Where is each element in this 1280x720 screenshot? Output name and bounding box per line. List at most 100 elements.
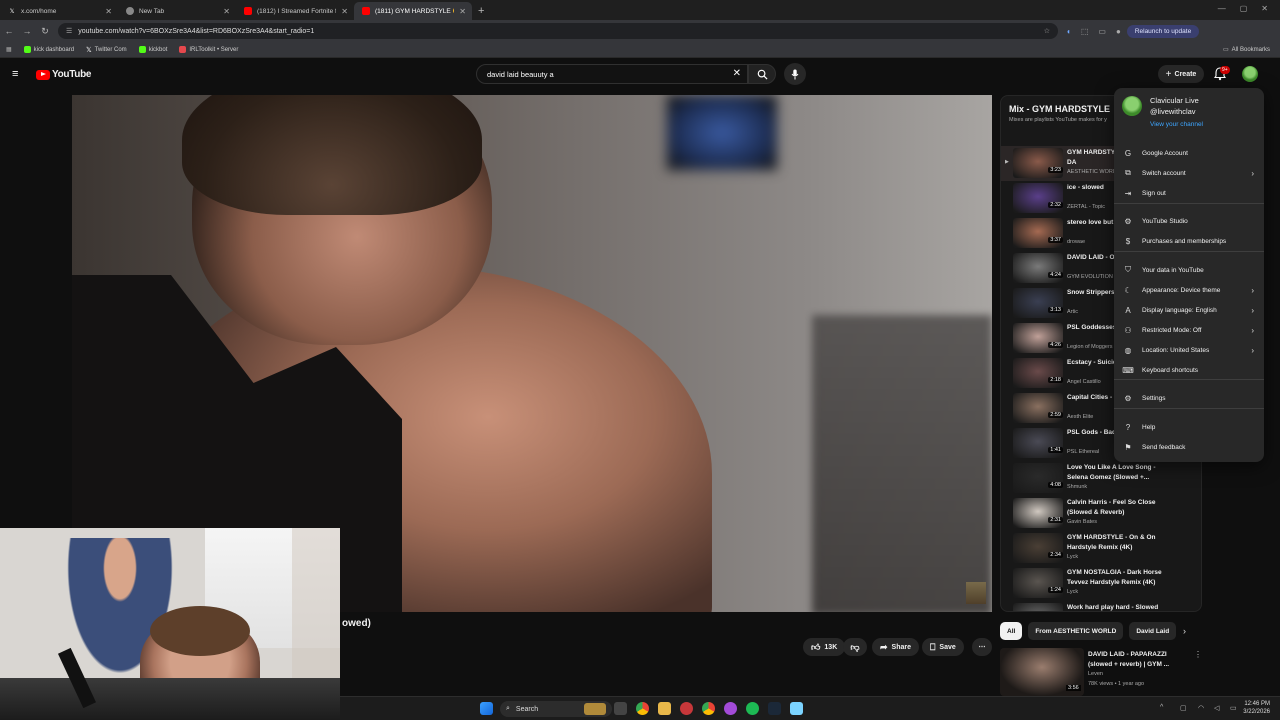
playlist-thumbnail[interactable] [1013,148,1063,178]
voice-search-button[interactable] [784,63,806,85]
view-channel-link[interactable]: View your channel [1150,121,1203,128]
sidebar-icon[interactable]: ▭ [1098,27,1106,36]
menu-item-switch-account[interactable]: ⧉ Switch account › [1114,163,1264,183]
menu-item-restricted-mode[interactable]: ⚇ Restricted Mode: Off › [1114,320,1264,340]
create-button[interactable]: + Create [1158,65,1204,83]
menu-item-send-feedback[interactable]: ⚑ Send feedback [1114,437,1264,457]
menu-item-settings[interactable]: ⚙ Settings [1114,388,1264,408]
search-button[interactable] [748,64,776,84]
bookmark-item[interactable]: IRLToolkit • Server [179,46,238,53]
account-avatar-button[interactable] [1242,66,1258,82]
menu-item-appearance[interactable]: ☾ Appearance: Device theme › [1114,280,1264,300]
more-actions-button[interactable]: ⋯ [972,638,992,656]
chip-david-laid[interactable]: David Laid [1129,622,1177,640]
app-icon[interactable] [680,702,693,715]
wifi-icon[interactable]: ◠ [1198,704,1204,712]
playlist-thumbnail[interactable] [1013,533,1063,563]
playlist-item[interactable]: 2:31 Calvin Harris - Feel So Close (Slowe… [1001,496,1201,531]
browser-tab[interactable]: New Tab ✕ [118,2,236,20]
volume-icon[interactable]: ◁ [1214,704,1219,712]
playlist-thumbnail[interactable] [1013,253,1063,283]
browser-tab[interactable]: (1812) I Streamed Fortnite for ✕ [236,2,354,20]
chip-from-channel[interactable]: From AESTHETIC WORLD [1028,622,1124,640]
playlist-thumbnail[interactable] [1013,323,1063,353]
playlist-item[interactable]: 4:08 Love You Like A Love Song - Selena G… [1001,461,1201,496]
hamburger-menu-icon[interactable]: ≡ [12,68,18,80]
close-window-icon[interactable]: ✕ [1261,4,1268,13]
bookmark-star-icon[interactable]: ☆ [1044,27,1050,35]
spotify-icon[interactable] [746,702,759,715]
new-tab-icon[interactable]: + [478,2,484,20]
taskbar-clock[interactable]: 12:46 PM 3/22/2026 [1243,700,1270,716]
back-icon[interactable]: ← [0,26,18,36]
battery-icon[interactable]: ▭ [1230,704,1237,712]
windows-start-icon[interactable] [480,702,493,715]
search-input[interactable]: david laid beauuty a ✕ [476,64,748,84]
minimize-icon[interactable]: — [1218,4,1226,13]
menu-item-location[interactable]: ◍ Location: United States › [1114,340,1264,360]
menu-item-youtube-studio[interactable]: ⚙ YouTube Studio [1114,211,1264,231]
more-vert-icon[interactable]: ⋮ [1194,650,1202,659]
steam-icon[interactable] [768,702,781,715]
like-button[interactable]: 👍︎ 13K [803,638,846,656]
video-title[interactable]: DAVID LAID - PAPARAZZI (slowed + reverb)… [1088,650,1184,669]
extensions-puzzle-icon[interactable]: ⬚ [1081,27,1089,36]
menu-item-your-data-in-youtube[interactable]: ⛉ Your data in YouTube [1114,260,1264,280]
menu-item-google-account[interactable]: G Google Account [1114,143,1264,163]
browser-tab-active[interactable]: (1811) GYM HARDSTYLE 😮 ✕ [354,2,472,20]
dislike-button[interactable]: 👎︎ [843,638,867,656]
clear-search-icon[interactable]: ✕ [733,68,741,79]
playlist-thumbnail[interactable] [1013,393,1063,423]
recommended-video[interactable]: 3:56 DAVID LAID - PAPARAZZI (slowed + re… [1000,648,1210,696]
youtube-logo[interactable]: YouTube [36,69,92,80]
chevron-right-icon[interactable]: › [1183,626,1186,636]
playlist-thumbnail[interactable] [1013,288,1063,318]
maximize-icon[interactable]: ▢ [1240,4,1248,13]
notepad-icon[interactable] [790,702,803,715]
menu-item-sign-out[interactable]: ⇥ Sign out [1114,183,1264,203]
close-tab-icon[interactable]: ✕ [223,7,230,16]
site-info-icon[interactable]: ☰ [66,27,72,35]
browser-tab[interactable]: 𝕏 x.com/home ✕ [0,2,118,20]
file-explorer-icon[interactable] [658,702,671,715]
profile-avatar-icon[interactable]: ● [1116,27,1121,36]
app-icon[interactable] [724,702,737,715]
close-tab-icon[interactable]: ✕ [105,7,112,16]
chrome-icon[interactable] [636,702,649,715]
playlist-thumbnail[interactable] [1013,568,1063,598]
bookmark-item[interactable]: kickbot [138,46,167,53]
bookmark-item[interactable]: 𝕏 Twitter Com [86,46,127,54]
share-button[interactable]: ➦ Share [872,638,920,656]
playlist-thumbnail[interactable] [1013,463,1063,493]
playlist-thumbnail[interactable] [1013,183,1063,213]
playlist-item[interactable]: 1:24 GYM NOSTALGIA - Dark Horse Tevvez Ha… [1001,566,1201,601]
playlist-thumbnail[interactable] [1013,498,1063,528]
chip-all[interactable]: All [1000,622,1023,640]
playlist-thumbnail[interactable] [1013,358,1063,388]
reload-icon[interactable]: ↻ [36,26,54,37]
tray-app-icon[interactable]: ▢ [1180,704,1187,712]
playlist-thumbnail[interactable] [1013,603,1063,611]
tray-chevron-icon[interactable]: ^ [1160,704,1163,711]
address-bar[interactable]: ☰ youtube.com/watch?v=6BOXzSre3A4&list=R… [58,23,1058,39]
menu-item-help[interactable]: ? Help [1114,417,1264,437]
menu-item-purchases-and-memberships[interactable]: $ Purchases and memberships [1114,231,1264,251]
end-screen-thumbnail[interactable] [966,582,986,604]
apps-grid-icon[interactable]: ▦ [6,46,12,53]
all-bookmarks[interactable]: ▭ All Bookmarks [1223,46,1270,54]
taskbar-search[interactable]: ⌕ Search [500,701,612,717]
close-tab-icon[interactable]: ✕ [459,7,466,16]
playlist-thumbnail[interactable] [1013,428,1063,458]
menu-item-display-language[interactable]: A Display language: English › [1114,300,1264,320]
bookmark-item[interactable]: kick dashboard [23,46,74,53]
extension-icon[interactable]: ◖ [1066,27,1071,36]
playlist-item[interactable]: 2:34 GYM HARDSTYLE - On & On Hardstyle Re… [1001,531,1201,566]
menu-item-keyboard-shortcuts[interactable]: ⌨ Keyboard shortcuts [1114,360,1264,380]
save-button[interactable]: ⎕ Save [922,638,964,656]
playlist-thumbnail[interactable] [1013,218,1063,248]
relaunch-button[interactable]: Relaunch to update [1126,24,1200,38]
channel-name[interactable]: Leven [1088,671,1103,677]
chrome-icon[interactable] [702,702,715,715]
playlist-item[interactable]: Work hard play hard - Slowed [1001,601,1201,611]
task-view-icon[interactable] [614,702,627,715]
